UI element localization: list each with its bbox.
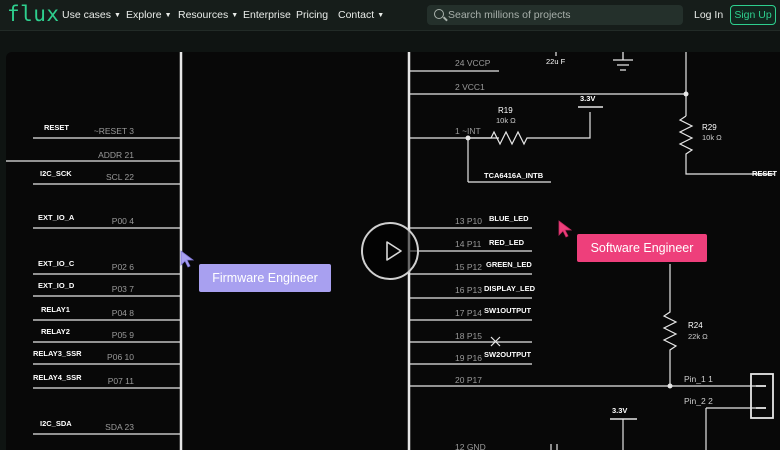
play-icon	[386, 241, 402, 261]
nav-resources[interactable]: Resources ▼	[178, 9, 238, 21]
pin-label: ADDR 21	[98, 150, 134, 160]
nav-contact[interactable]: Contact ▼	[338, 9, 384, 21]
net-label: TCA6416A_INTB	[484, 171, 544, 180]
search-input[interactable]	[448, 5, 678, 25]
resistor-label: R29	[702, 123, 717, 132]
pin-label: 1 ~INT	[455, 126, 481, 136]
nav-item-label: Enterprise	[243, 9, 291, 21]
chevron-down-icon: ▼	[114, 12, 121, 19]
voltage-label: 3.3V	[580, 94, 595, 103]
chevron-down-icon: ▼	[377, 12, 385, 19]
nav-divider	[0, 30, 780, 31]
net-label: EXT_IO_D	[38, 281, 75, 290]
pin-label: 18 P15	[455, 331, 482, 341]
pin-label: 24 VCCP	[455, 58, 491, 68]
search-icon	[434, 9, 444, 19]
net-label: GREEN_LED	[486, 260, 532, 269]
net-label: EXT_IO_C	[38, 259, 75, 268]
cursor-icon	[180, 250, 194, 268]
net-label: RELAY1	[41, 305, 70, 314]
nav-enterprise[interactable]: Enterprise	[243, 9, 291, 21]
chevron-down-icon: ▼	[231, 12, 239, 19]
pin-label: Pin_2 2	[684, 396, 713, 406]
cap-label: 22u F	[546, 57, 566, 66]
top-nav: flux Use cases ▼ Explore ▼ Resources ▼ Ente…	[0, 0, 780, 30]
net-label: I2C_SCK	[40, 169, 72, 178]
search-box[interactable]	[427, 5, 683, 25]
net-label: RESET	[752, 169, 777, 178]
net-label: RELAY4_SSR	[33, 373, 82, 382]
pin-label: P04 8	[112, 308, 134, 318]
pin-label: SDA 23	[105, 422, 134, 432]
resistor-value: 10k Ω	[702, 133, 722, 142]
net-label: I2C_SDA	[40, 419, 72, 428]
net-label: EXT_IO_A	[38, 213, 75, 222]
resistor-value: 10k Ω	[496, 116, 516, 125]
pin-label: 13 P10	[455, 216, 482, 226]
resistor-label: R24	[688, 321, 703, 330]
pin-label: P06 10	[107, 352, 134, 362]
resistor-value: 22k Ω	[688, 332, 708, 341]
nav-pricing[interactable]: Pricing	[296, 9, 328, 21]
software-engineer-badge: Software Engineer	[577, 234, 707, 262]
pin-label: SCL 22	[106, 172, 134, 182]
pin-label: 2 VCC1	[455, 82, 485, 92]
net-label: SW1OUTPUT	[484, 306, 532, 315]
pin-label: 15 P12	[455, 262, 482, 272]
pin-label: P07 11	[108, 376, 135, 386]
net-label: RELAY3_SSR	[33, 349, 82, 358]
pin-label: 16 P13	[455, 285, 482, 295]
nav-item-label: Pricing	[296, 9, 329, 21]
nav-item-label: Contact	[338, 9, 375, 21]
net-label: SW2OUTPUT	[484, 350, 532, 359]
login-link[interactable]: Log In	[694, 9, 723, 21]
pin-label: P05 9	[112, 330, 134, 340]
pin-label: Pin_1 1	[684, 374, 713, 384]
net-label: DISPLAY_LED	[484, 284, 536, 293]
nav-item-label: Use cases	[62, 9, 112, 21]
pin-label: 14 P11	[455, 239, 482, 249]
net-label: RED_LED	[489, 238, 525, 247]
nav-item-label: Resources	[178, 9, 229, 21]
nav-use-cases[interactable]: Use cases ▼	[62, 9, 121, 21]
pin-label: 19 P16	[455, 353, 482, 363]
play-button[interactable]	[361, 222, 419, 280]
net-label: RESET	[44, 123, 69, 132]
chevron-down-icon: ▼	[164, 12, 172, 19]
resistor-label: R19	[498, 106, 513, 115]
net-label: BLUE_LED	[489, 214, 529, 223]
cursor-icon	[558, 220, 572, 238]
pin-label: P00 4	[112, 216, 134, 226]
pin-label: ~RESET 3	[94, 126, 135, 136]
signup-button[interactable]: Sign Up	[730, 5, 776, 25]
voltage-label: 3.3V	[612, 406, 627, 415]
nav-explore[interactable]: Explore ▼	[126, 9, 172, 21]
flux-logo[interactable]: flux	[7, 2, 60, 26]
pin-label: P02 6	[112, 262, 134, 272]
pin-label: 12 GND	[455, 442, 486, 450]
nav-item-label: Explore	[126, 9, 162, 21]
pin-label: P03 7	[112, 284, 134, 294]
pin-label: 17 P14	[455, 308, 482, 318]
net-label: RELAY2	[41, 327, 70, 336]
firmware-engineer-badge: Firmware Engineer	[199, 264, 331, 292]
pin-label: 20 P17	[455, 375, 482, 385]
